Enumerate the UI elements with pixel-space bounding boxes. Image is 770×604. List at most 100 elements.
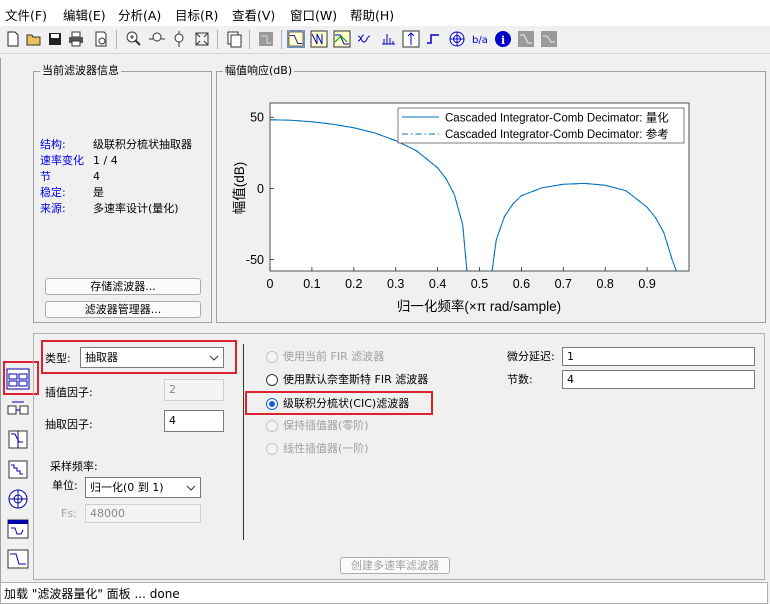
fs-field[interactable]: 48000: [85, 504, 201, 523]
impulse-response-icon[interactable]: [379, 30, 397, 48]
units-select-value: 归一化(0 到 1): [90, 481, 164, 494]
decim-factor-label: 抽取因子:: [45, 418, 93, 431]
new-icon[interactable]: [4, 30, 22, 48]
x-tick-label: 0.6: [513, 277, 530, 291]
menu-view[interactable]: 查看(V): [232, 5, 275, 24]
menu-window[interactable]: 窗口(W): [290, 5, 337, 24]
num-sections-field[interactable]: 4: [562, 370, 755, 389]
info-key-rate-change: 速率变化: [40, 154, 84, 167]
print-icon[interactable]: [67, 30, 85, 48]
menu-file[interactable]: 文件(F): [5, 5, 47, 24]
info-value-source: 多速率设计(量化): [93, 202, 179, 215]
radio-current-fir-label: 使用当前 FIR 滤波器: [283, 350, 385, 363]
status-text: 加载 "滤波器量化" 面板 ... done: [4, 587, 180, 601]
svg-text:b/a: b/a: [472, 35, 488, 46]
diff-delay-field[interactable]: 1: [562, 347, 755, 366]
sampling-frequency-title: 采样频率:: [50, 460, 98, 473]
realize-model-icon[interactable]: [6, 398, 30, 420]
filter-spec-icon[interactable]: [257, 30, 275, 48]
plot-legend: Cascaded Integrator-Comb Decimator: 量化 C…: [397, 107, 685, 144]
pole-zero-editor-icon[interactable]: [6, 488, 30, 510]
radio-default-nyquist-label: 使用默认奈奎斯特 FIR 滤波器: [283, 373, 429, 386]
radio-linear-interpolator-label: 线性插值器(一阶): [283, 442, 369, 455]
panel-divider: [243, 344, 244, 540]
info-key-source: 来源:: [40, 202, 66, 215]
menu-analysis[interactable]: 分析(A): [118, 5, 161, 24]
chevron-down-icon: [186, 485, 196, 491]
x-tick-label: 0.3: [387, 277, 404, 291]
x-tick-label: 0.4: [429, 277, 446, 291]
x-tick-label: 0: [267, 277, 274, 291]
diff-delay-label: 微分延迟:: [507, 350, 555, 363]
radio-hold-interpolator[interactable]: [266, 420, 278, 432]
store-filter-button[interactable]: 存储滤波器...: [45, 278, 201, 295]
menu-help[interactable]: 帮助(H): [350, 5, 394, 24]
x-tick-label: 0.1: [303, 277, 320, 291]
quantize-filter-icon[interactable]: [6, 458, 30, 480]
x-tick-label: 0.9: [638, 277, 655, 291]
num-sections-label: 节数:: [507, 373, 533, 386]
filter-coefficients-icon[interactable]: [448, 30, 466, 48]
x-tick-label: 0.7: [555, 277, 572, 291]
y-tick-label: -50: [246, 253, 264, 267]
info-value-rate-change: 1 / 4: [93, 154, 118, 167]
zoom-in-icon[interactable]: [124, 30, 142, 48]
x-tick-label: 0.8: [597, 277, 614, 291]
full-view-icon[interactable]: [193, 30, 211, 48]
group-delay-icon[interactable]: [356, 30, 374, 48]
menu-targets[interactable]: 目标(R): [175, 5, 218, 24]
info-key-structure: 结构:: [40, 138, 66, 151]
info-key-sections: 节: [40, 170, 51, 183]
print-preview-icon[interactable]: [92, 30, 110, 48]
filter-manager-button[interactable]: 滤波器管理器...: [45, 301, 201, 318]
magnitude-estimate-icon[interactable]: [517, 30, 535, 48]
info-value-stable: 是: [93, 186, 104, 199]
noise-power-icon[interactable]: [540, 30, 558, 48]
save-icon[interactable]: [46, 30, 64, 48]
import-filter-icon[interactable]: [6, 518, 30, 540]
interp-factor-field[interactable]: 2: [164, 379, 224, 401]
magnitude-response-icon[interactable]: [287, 30, 305, 48]
info-key-stable: 稳定:: [40, 186, 66, 199]
transform-filter-icon[interactable]: [6, 428, 30, 450]
type-highlight-box: [41, 340, 237, 374]
radio-linear-interpolator[interactable]: [266, 443, 278, 455]
x-tick-label: 0.5: [471, 277, 488, 291]
units-select[interactable]: 归一化(0 到 1): [85, 477, 201, 498]
plot-ylabel: 幅值(dB): [232, 162, 247, 215]
y-tick-label: 0: [257, 182, 264, 196]
menu-edit[interactable]: 编辑(E): [63, 5, 106, 24]
magnitude-response-plot: 0 0.1 0.2 0.3 0.4 0.5 0.6 0.7 0.8 0.9500-50 Casca…: [232, 102, 690, 314]
pole-zero-icon[interactable]: [425, 30, 443, 48]
step-response-icon[interactable]: [402, 30, 420, 48]
interp-factor-label: 插值因子:: [45, 386, 93, 399]
toolbar: b/a i: [0, 26, 770, 54]
zoom-y-icon[interactable]: [170, 30, 188, 48]
y-tick-label: 50: [250, 111, 264, 125]
radio-default-nyquist[interactable]: [266, 374, 278, 386]
phase-response-icon[interactable]: [310, 30, 328, 48]
filter-info-panel: 当前滤波器信息 结构: 级联积分梳状抽取器 速率变化 1 / 4 节 4 稳定:…: [33, 64, 212, 323]
cic-highlight-box: [245, 391, 433, 415]
status-bar: 加载 "滤波器量化" 面板 ... done: [0, 582, 768, 604]
radio-hold-interpolator-label: 保持插值器(零阶): [283, 419, 369, 432]
x-tick-label: 0.2: [345, 277, 362, 291]
plot-panel-title: 幅值响应(dB): [223, 64, 295, 78]
create-multirate-filter-button[interactable]: 创建多速率滤波器: [340, 557, 450, 574]
info-icon[interactable]: i: [494, 30, 512, 48]
decim-factor-field[interactable]: 4: [164, 410, 224, 432]
radio-current-fir[interactable]: [266, 351, 278, 363]
design-filter-icon[interactable]: [6, 548, 30, 570]
filter-info-title: 当前滤波器信息: [40, 64, 121, 78]
info-icon-b[interactable]: b/a: [471, 30, 489, 48]
info-value-sections: 4: [93, 170, 100, 183]
zoom-x-icon[interactable]: [148, 30, 166, 48]
new-figure-icon[interactable]: [225, 30, 243, 48]
info-value-structure: 级联积分梳状抽取器: [93, 138, 192, 151]
plot-xlabel: 归一化频率(×π rad/sample): [397, 298, 561, 314]
open-icon[interactable]: [25, 30, 43, 48]
magnitude-phase-icon[interactable]: [333, 30, 351, 48]
fs-label: Fs:: [61, 507, 77, 520]
legend-entry-reference: Cascaded Integrator-Comb Decimator: 参考: [445, 127, 669, 141]
legend-entry-quantized: Cascaded Integrator-Comb Decimator: 量化: [445, 111, 669, 125]
